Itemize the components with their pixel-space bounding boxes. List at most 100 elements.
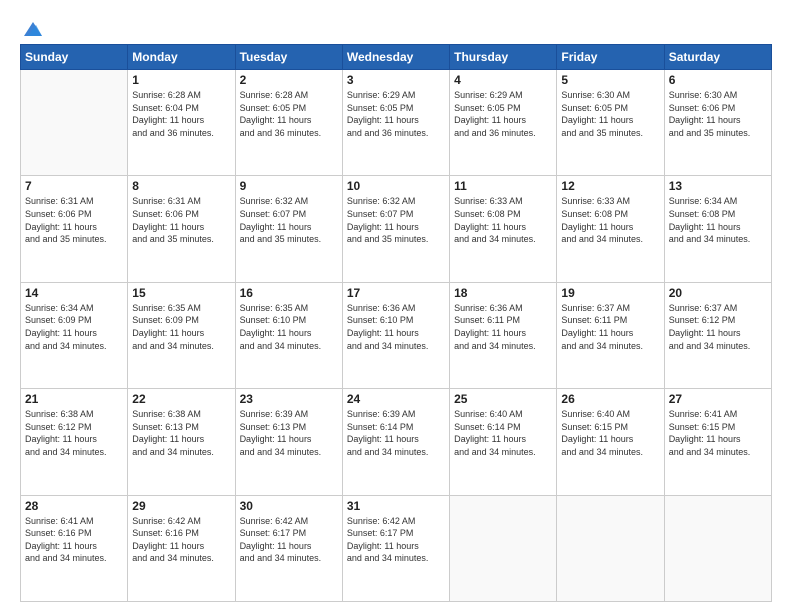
sunset-text: Sunset: 6:16 PM	[132, 527, 230, 540]
sunrise-text: Sunrise: 6:42 AM	[132, 515, 230, 528]
day-number: 11	[454, 179, 552, 193]
day-info: Sunrise: 6:42 AMSunset: 6:17 PMDaylight:…	[347, 515, 445, 565]
sunrise-text: Sunrise: 6:35 AM	[240, 302, 338, 315]
day-info: Sunrise: 6:40 AMSunset: 6:15 PMDaylight:…	[561, 408, 659, 458]
daylight-text-cont: and and 36 minutes.	[347, 127, 445, 140]
sunset-text: Sunset: 6:16 PM	[25, 527, 123, 540]
sunset-text: Sunset: 6:11 PM	[561, 314, 659, 327]
sunset-text: Sunset: 6:07 PM	[240, 208, 338, 221]
calendar-cell	[450, 495, 557, 601]
calendar-table: SundayMondayTuesdayWednesdayThursdayFrid…	[20, 44, 772, 602]
calendar-cell: 25Sunrise: 6:40 AMSunset: 6:14 PMDayligh…	[450, 389, 557, 495]
sunset-text: Sunset: 6:13 PM	[240, 421, 338, 434]
calendar-week-row: 1Sunrise: 6:28 AMSunset: 6:04 PMDaylight…	[21, 70, 772, 176]
calendar-cell: 27Sunrise: 6:41 AMSunset: 6:15 PMDayligh…	[664, 389, 771, 495]
sunset-text: Sunset: 6:04 PM	[132, 102, 230, 115]
daylight-text-cont: and and 36 minutes.	[132, 127, 230, 140]
daylight-text: Daylight: 11 hours	[561, 433, 659, 446]
calendar-cell: 20Sunrise: 6:37 AMSunset: 6:12 PMDayligh…	[664, 282, 771, 388]
day-info: Sunrise: 6:36 AMSunset: 6:11 PMDaylight:…	[454, 302, 552, 352]
day-number: 15	[132, 286, 230, 300]
calendar-cell: 13Sunrise: 6:34 AMSunset: 6:08 PMDayligh…	[664, 176, 771, 282]
daylight-text-cont: and and 34 minutes.	[454, 340, 552, 353]
daylight-text-cont: and and 34 minutes.	[132, 446, 230, 459]
daylight-text: Daylight: 11 hours	[132, 114, 230, 127]
sunrise-text: Sunrise: 6:42 AM	[240, 515, 338, 528]
day-number: 3	[347, 73, 445, 87]
day-number: 16	[240, 286, 338, 300]
calendar-cell: 31Sunrise: 6:42 AMSunset: 6:17 PMDayligh…	[342, 495, 449, 601]
calendar-week-row: 14Sunrise: 6:34 AMSunset: 6:09 PMDayligh…	[21, 282, 772, 388]
day-number: 12	[561, 179, 659, 193]
calendar-cell: 19Sunrise: 6:37 AMSunset: 6:11 PMDayligh…	[557, 282, 664, 388]
day-number: 10	[347, 179, 445, 193]
day-number: 28	[25, 499, 123, 513]
sunrise-text: Sunrise: 6:38 AM	[25, 408, 123, 421]
daylight-text-cont: and and 34 minutes.	[132, 340, 230, 353]
sunset-text: Sunset: 6:12 PM	[669, 314, 767, 327]
daylight-text: Daylight: 11 hours	[561, 327, 659, 340]
daylight-text: Daylight: 11 hours	[132, 221, 230, 234]
calendar-cell	[557, 495, 664, 601]
daylight-text-cont: and and 34 minutes.	[669, 446, 767, 459]
daylight-text-cont: and and 34 minutes.	[669, 233, 767, 246]
daylight-text-cont: and and 34 minutes.	[454, 446, 552, 459]
day-number: 17	[347, 286, 445, 300]
calendar-header-row: SundayMondayTuesdayWednesdayThursdayFrid…	[21, 45, 772, 70]
sunrise-text: Sunrise: 6:29 AM	[454, 89, 552, 102]
sunset-text: Sunset: 6:05 PM	[347, 102, 445, 115]
daylight-text: Daylight: 11 hours	[561, 114, 659, 127]
day-number: 23	[240, 392, 338, 406]
calendar-cell: 30Sunrise: 6:42 AMSunset: 6:17 PMDayligh…	[235, 495, 342, 601]
day-info: Sunrise: 6:42 AMSunset: 6:16 PMDaylight:…	[132, 515, 230, 565]
calendar-cell: 1Sunrise: 6:28 AMSunset: 6:04 PMDaylight…	[128, 70, 235, 176]
sunrise-text: Sunrise: 6:30 AM	[669, 89, 767, 102]
day-number: 30	[240, 499, 338, 513]
calendar-cell	[21, 70, 128, 176]
day-info: Sunrise: 6:39 AMSunset: 6:14 PMDaylight:…	[347, 408, 445, 458]
daylight-text: Daylight: 11 hours	[132, 327, 230, 340]
daylight-text-cont: and and 34 minutes.	[347, 552, 445, 565]
sunrise-text: Sunrise: 6:34 AM	[669, 195, 767, 208]
col-header-friday: Friday	[557, 45, 664, 70]
daylight-text: Daylight: 11 hours	[25, 221, 123, 234]
calendar-week-row: 28Sunrise: 6:41 AMSunset: 6:16 PMDayligh…	[21, 495, 772, 601]
daylight-text: Daylight: 11 hours	[347, 221, 445, 234]
daylight-text-cont: and and 34 minutes.	[347, 446, 445, 459]
daylight-text: Daylight: 11 hours	[240, 114, 338, 127]
daylight-text-cont: and and 34 minutes.	[669, 340, 767, 353]
daylight-text: Daylight: 11 hours	[561, 221, 659, 234]
day-number: 29	[132, 499, 230, 513]
daylight-text-cont: and and 36 minutes.	[454, 127, 552, 140]
sunset-text: Sunset: 6:14 PM	[347, 421, 445, 434]
day-info: Sunrise: 6:32 AMSunset: 6:07 PMDaylight:…	[240, 195, 338, 245]
sunrise-text: Sunrise: 6:37 AM	[669, 302, 767, 315]
daylight-text: Daylight: 11 hours	[454, 327, 552, 340]
daylight-text: Daylight: 11 hours	[347, 540, 445, 553]
day-info: Sunrise: 6:29 AMSunset: 6:05 PMDaylight:…	[454, 89, 552, 139]
calendar-week-row: 7Sunrise: 6:31 AMSunset: 6:06 PMDaylight…	[21, 176, 772, 282]
sunrise-text: Sunrise: 6:36 AM	[347, 302, 445, 315]
col-header-monday: Monday	[128, 45, 235, 70]
day-info: Sunrise: 6:31 AMSunset: 6:06 PMDaylight:…	[132, 195, 230, 245]
daylight-text: Daylight: 11 hours	[132, 433, 230, 446]
day-number: 24	[347, 392, 445, 406]
day-info: Sunrise: 6:33 AMSunset: 6:08 PMDaylight:…	[454, 195, 552, 245]
daylight-text-cont: and and 35 minutes.	[240, 233, 338, 246]
day-number: 25	[454, 392, 552, 406]
daylight-text: Daylight: 11 hours	[25, 327, 123, 340]
daylight-text: Daylight: 11 hours	[25, 433, 123, 446]
header	[20, 18, 772, 36]
day-info: Sunrise: 6:29 AMSunset: 6:05 PMDaylight:…	[347, 89, 445, 139]
day-info: Sunrise: 6:34 AMSunset: 6:08 PMDaylight:…	[669, 195, 767, 245]
sunrise-text: Sunrise: 6:29 AM	[347, 89, 445, 102]
day-number: 8	[132, 179, 230, 193]
calendar-cell: 26Sunrise: 6:40 AMSunset: 6:15 PMDayligh…	[557, 389, 664, 495]
day-number: 5	[561, 73, 659, 87]
sunset-text: Sunset: 6:10 PM	[347, 314, 445, 327]
day-info: Sunrise: 6:35 AMSunset: 6:09 PMDaylight:…	[132, 302, 230, 352]
sunrise-text: Sunrise: 6:39 AM	[240, 408, 338, 421]
sunrise-text: Sunrise: 6:32 AM	[347, 195, 445, 208]
daylight-text: Daylight: 11 hours	[669, 327, 767, 340]
day-info: Sunrise: 6:31 AMSunset: 6:06 PMDaylight:…	[25, 195, 123, 245]
